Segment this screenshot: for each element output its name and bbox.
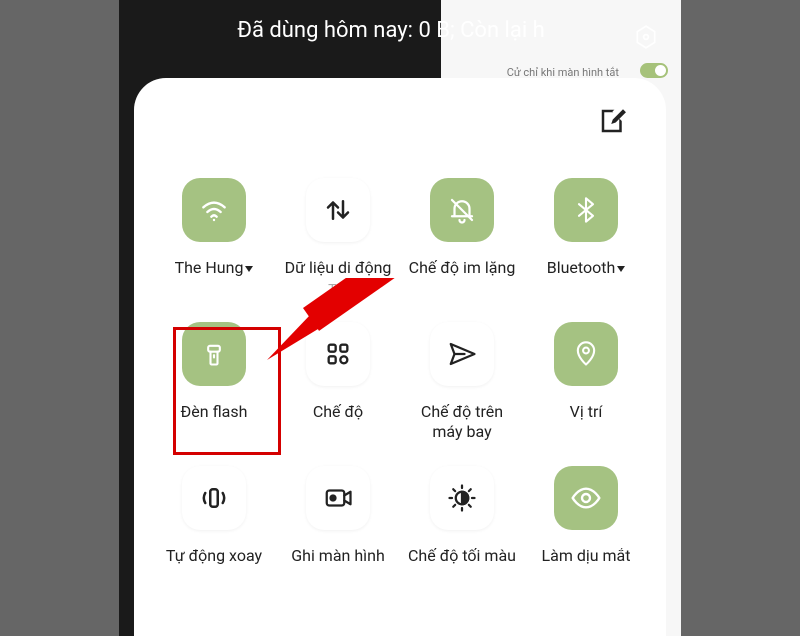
flashlight-icon	[182, 322, 246, 386]
tile-location[interactable]: Vị trí	[530, 316, 642, 448]
edit-icon[interactable]	[598, 106, 628, 136]
tile-label: The Hung	[175, 258, 254, 278]
status-text: Đã dùng hôm nay: 0 B; Còn lại h	[237, 18, 545, 43]
bg-gesture-switch	[640, 63, 668, 78]
tile-label: Đèn flash	[181, 402, 248, 422]
rotate-icon	[182, 466, 246, 530]
tile-label: Chế độ	[313, 402, 363, 422]
tile-label: Làm dịu mắt	[542, 546, 631, 566]
tile-label: Chế độ im lặng	[409, 258, 516, 278]
tile-label: Vị trí	[570, 402, 603, 422]
record-icon	[306, 466, 370, 530]
tile-airplane[interactable]: Chế độ trên máy bay	[406, 316, 518, 448]
tile-sublabel: Tắt	[328, 282, 348, 298]
tile-eye-comfort[interactable]: Làm dịu mắt	[530, 460, 642, 572]
dark-mode-icon	[430, 466, 494, 530]
silent-icon	[430, 178, 494, 242]
tile-label: Ghi màn hình	[291, 546, 385, 566]
tile-label: Chế độ tối màu	[408, 546, 516, 566]
tile-flashlight[interactable]: Đèn flash	[158, 316, 270, 448]
mobile-data-icon	[306, 178, 370, 242]
mode-grid-icon	[306, 322, 370, 386]
tile-screen-record[interactable]: Ghi màn hình	[282, 460, 394, 572]
settings-hex-icon[interactable]	[633, 24, 659, 50]
tile-label: Chế độ trên máy bay	[406, 402, 518, 442]
tile-label: Dữ liệu di động	[285, 258, 392, 278]
tile-wifi[interactable]: The Hung	[158, 172, 270, 304]
tile-label: Tự động xoay	[166, 546, 262, 566]
bluetooth-icon	[554, 178, 618, 242]
tile-mode[interactable]: Chế độ	[282, 316, 394, 448]
tile-bluetooth[interactable]: Bluetooth	[530, 172, 642, 304]
eye-icon	[554, 466, 618, 530]
tile-label: Bluetooth	[547, 258, 626, 278]
airplane-icon	[430, 322, 494, 386]
location-icon	[554, 322, 618, 386]
tile-silent-mode[interactable]: Chế độ im lặng	[406, 172, 518, 304]
tile-autorotate[interactable]: Tự động xoay	[158, 460, 270, 572]
tile-mobile-data[interactable]: Dữ liệu di động Tắt	[282, 172, 394, 304]
tile-dark-mode[interactable]: Chế độ tối màu	[406, 460, 518, 572]
wifi-icon	[182, 178, 246, 242]
